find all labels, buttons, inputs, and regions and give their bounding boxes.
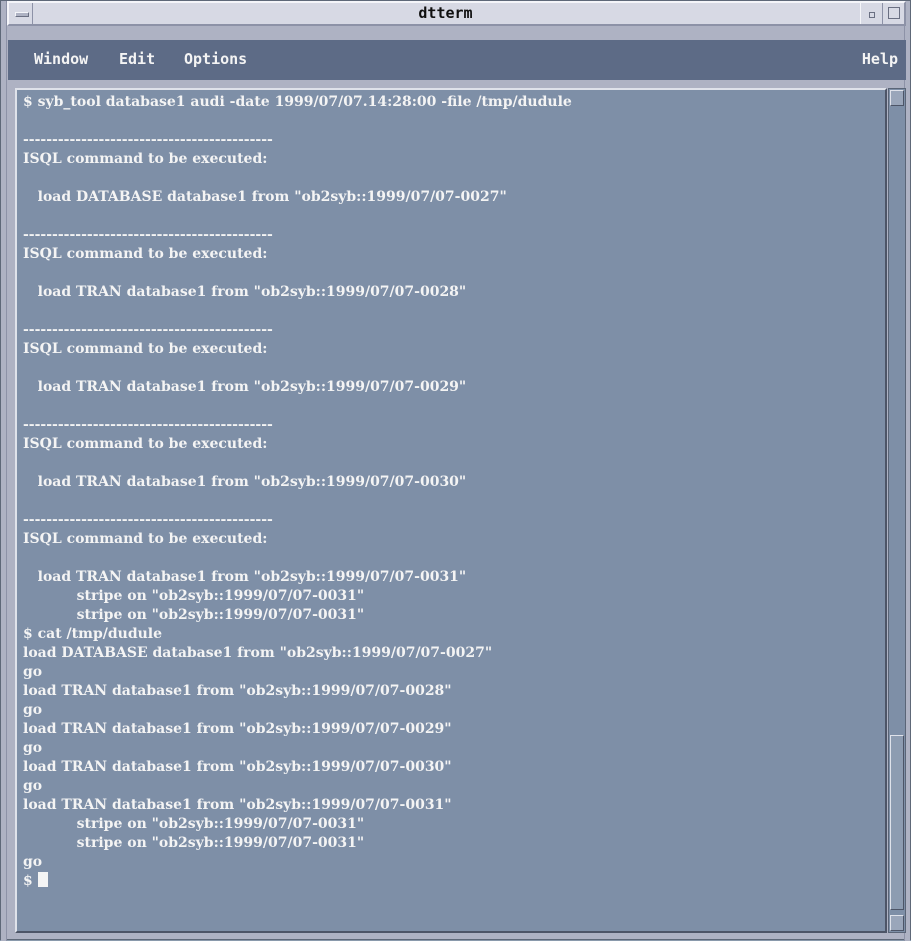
window-menu-button[interactable] xyxy=(9,3,33,24)
terminal-line: ISQL command to be executed: xyxy=(23,246,268,262)
terminal-line: load TRAN database1 from "ob2syb::1999/0… xyxy=(23,379,467,395)
terminal-text: $ syb_tool database1 audi -date 1999/07/… xyxy=(23,93,572,891)
terminal-line: ----------------------------------------… xyxy=(23,227,273,243)
terminal-line: load TRAN database1 from "ob2syb::1999/0… xyxy=(23,474,467,490)
terminal-line: stripe on "ob2syb::1999/07/07-0031" xyxy=(23,816,365,832)
terminal-line: go xyxy=(23,778,43,794)
dtterm-window: dtterm Window Edit Options Help $ syb_to… xyxy=(0,0,911,941)
terminal-line: ISQL command to be executed: xyxy=(23,436,268,452)
terminal-line: stripe on "ob2syb::1999/07/07-0031" xyxy=(23,588,365,604)
vertical-scrollbar[interactable] xyxy=(888,88,906,933)
scroll-up-arrow-icon[interactable] xyxy=(890,90,904,106)
terminal-line: load TRAN database1 from "ob2syb::1999/0… xyxy=(23,284,467,300)
terminal-line: ----------------------------------------… xyxy=(23,417,273,433)
scroll-down-arrow-icon[interactable] xyxy=(890,915,904,931)
menu-edit[interactable]: Edit xyxy=(119,50,155,68)
terminal-line: stripe on "ob2syb::1999/07/07-0031" xyxy=(23,835,365,851)
terminal-output[interactable]: $ syb_tool database1 audi -date 1999/07/… xyxy=(15,88,887,933)
terminal-line: load TRAN database1 from "ob2syb::1999/0… xyxy=(23,683,452,699)
terminal-line: ----------------------------------------… xyxy=(23,512,273,528)
menu-window[interactable]: Window xyxy=(34,50,88,68)
maximize-button[interactable] xyxy=(882,3,904,24)
maximize-icon xyxy=(888,7,900,19)
window-title: dtterm xyxy=(418,4,473,22)
terminal-line: load TRAN database1 from "ob2syb::1999/0… xyxy=(23,721,452,737)
minimize-icon xyxy=(869,12,875,18)
terminal-line: go xyxy=(23,740,43,756)
window-menu-icon xyxy=(15,12,29,17)
terminal-prompt: $ xyxy=(23,873,38,889)
terminal-line: ----------------------------------------… xyxy=(23,132,273,148)
minimize-button[interactable] xyxy=(860,3,882,24)
menu-bar: Window Edit Options Help xyxy=(8,40,906,80)
terminal-line: go xyxy=(23,664,43,680)
terminal-line: ISQL command to be executed: xyxy=(23,341,268,357)
terminal-line: load TRAN database1 from "ob2syb::1999/0… xyxy=(23,797,452,813)
terminal-line: ISQL command to be executed: xyxy=(23,151,268,167)
terminal-line: ISQL command to be executed: xyxy=(23,531,268,547)
title-bar[interactable]: dtterm xyxy=(7,1,906,26)
terminal-line: $ cat /tmp/dudule xyxy=(23,626,163,642)
terminal-line: ----------------------------------------… xyxy=(23,322,273,338)
menu-options[interactable]: Options xyxy=(184,50,247,68)
terminal-cursor xyxy=(37,872,48,887)
terminal-line: go xyxy=(23,854,43,870)
terminal-line: load TRAN database1 from "ob2syb::1999/0… xyxy=(23,569,467,585)
terminal-line: stripe on "ob2syb::1999/07/07-0031" xyxy=(23,607,365,623)
terminal-line: go xyxy=(23,702,43,718)
terminal-line: load DATABASE database1 from "ob2syb::19… xyxy=(23,645,493,661)
window-left-border[interactable] xyxy=(1,1,7,941)
menu-help[interactable]: Help xyxy=(862,50,898,68)
terminal-line: load TRAN database1 from "ob2syb::1999/0… xyxy=(23,759,452,775)
scrollbar-thumb[interactable] xyxy=(890,735,904,910)
terminal-line: load DATABASE database1 from "ob2syb::19… xyxy=(23,189,507,205)
terminal-line: $ syb_tool database1 audi -date 1999/07/… xyxy=(23,94,572,110)
